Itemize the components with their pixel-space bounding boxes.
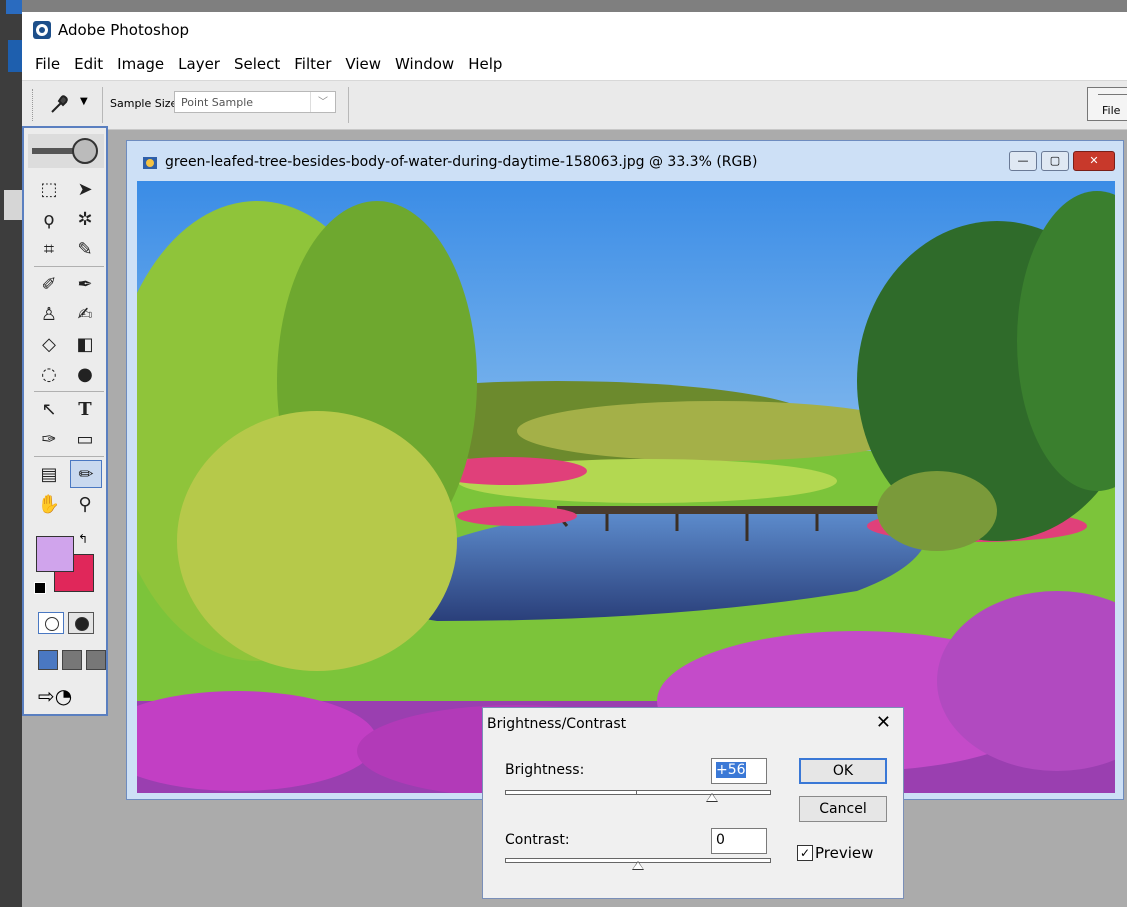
lasso-tool-icon[interactable]: ϙ [34,206,64,232]
brightness-label: Brightness: [505,762,585,778]
standard-mode-button[interactable] [38,612,64,634]
document-window: green-leafed-tree-besides-body-of-water-… [126,140,1124,800]
crop-tool-icon[interactable]: ⌗ [34,236,64,262]
move-tool-icon[interactable]: ➤ [70,176,100,202]
brush-tool-icon[interactable]: ✒ [70,271,100,297]
tool-divider [34,266,104,267]
menu-image[interactable]: Image [110,50,171,80]
full-screen-menu-mode-icon[interactable] [62,650,82,670]
toolbox: ⬚ ➤ ϙ ✲ ⌗ ✎ ✐ ✒ ♙ ✍ ◇ ◧ ◌ ● ↖ T ✑ ▭ ▤ ✏ ✋ ⚲ ↰ [22,126,108,716]
landscape-photo [137,181,1115,793]
dialog-title: Brightness/Contrast [487,716,627,732]
sample-size-value: Point Sample [181,96,254,109]
pen-tool-icon[interactable]: ✑ [34,426,64,452]
brightness-contrast-dialog: Brightness/Contrast ✕ Brightness: +56 Co… [482,707,904,899]
cancel-button[interactable]: Cancel [799,796,887,822]
preview-checkbox[interactable]: ✓ Preview [797,844,873,862]
os-side-tab[interactable] [8,40,22,72]
path-selection-icon[interactable]: ↖ [34,396,64,422]
contrast-slider-thumb[interactable] [632,861,644,870]
menu-select[interactable]: Select [227,50,287,80]
photoshop-app-icon [33,21,51,39]
brightness-value: +56 [716,762,746,778]
menu-layer[interactable]: Layer [171,50,227,80]
gradient-tool-icon[interactable]: ◧ [70,331,100,357]
close-icon[interactable]: ✕ [876,712,891,733]
minimize-icon[interactable]: — [1009,151,1037,171]
document-icon [143,157,157,169]
quick-mask-controls [38,612,94,634]
os-corner-tab [6,0,22,14]
screen-mode-controls [38,650,106,670]
menu-file[interactable]: File [28,50,67,80]
eye-logo-icon [72,138,98,164]
healing-brush-icon[interactable]: ✐ [34,271,64,297]
slice-tool-icon[interactable]: ✎ [70,236,100,262]
toolbox-header-bar [32,148,76,154]
document-title-bar[interactable]: green-leafed-tree-besides-body-of-water-… [127,141,1123,177]
ok-button[interactable]: OK [799,758,887,784]
eraser-tool-icon[interactable]: ◇ [34,331,64,357]
zoom-tool-icon[interactable]: ⚲ [70,491,100,517]
check-icon: ✓ [797,845,813,861]
foreground-color-swatch[interactable] [36,536,74,572]
quick-mask-mode-button[interactable] [68,612,94,634]
history-brush-icon[interactable]: ✍ [70,301,100,327]
brightness-input[interactable]: +56 [711,758,767,784]
contrast-input[interactable]: 0 [711,828,767,854]
options-separator [102,87,103,123]
eyedropper-icon[interactable] [48,93,70,115]
magic-wand-tool-icon[interactable]: ✲ [70,206,100,232]
dodge-tool-icon[interactable]: ● [70,361,100,387]
brightness-slider-track[interactable] [505,790,771,795]
menu-window[interactable]: Window [388,50,461,80]
close-icon[interactable]: ✕ [1073,151,1115,171]
contrast-label: Contrast: [505,832,570,848]
notes-tool-icon[interactable]: ▤ [34,461,64,487]
window-controls: — ▢ ✕ [1009,151,1115,171]
title-bar: Adobe Photoshop [22,12,1127,50]
maximize-icon[interactable]: ▢ [1041,151,1069,171]
type-tool-icon[interactable]: T [70,396,100,422]
menu-help[interactable]: Help [461,50,509,80]
file-browser-button[interactable]: File [1087,87,1127,121]
menu-edit[interactable]: Edit [67,50,110,80]
options-bar: ▼ Sample Size: Point Sample ﹀ File [22,80,1127,130]
hand-tool-icon[interactable]: ✋ [34,491,64,517]
chevron-down-icon[interactable]: ﹀ [310,92,335,112]
brightness-slider-thumb[interactable] [706,793,718,802]
file-browser-label: File [1102,104,1121,117]
color-swatches: ↰ [34,532,98,598]
menu-view[interactable]: View [338,50,388,80]
options-bar-grip[interactable] [32,89,37,121]
image-canvas[interactable] [137,181,1115,793]
app-title: Adobe Photoshop [58,21,190,39]
sample-size-label: Sample Size: [110,97,182,110]
menu-bar: File Edit Image Layer Select Filter View… [22,50,1127,80]
default-colors-icon[interactable] [34,582,46,594]
shape-tool-icon[interactable]: ▭ [70,426,100,452]
options-separator-2 [348,87,349,123]
tool-preset-arrow-icon[interactable]: ▼ [80,96,88,107]
standard-screen-mode-icon[interactable] [38,650,58,670]
menu-filter[interactable]: Filter [287,50,338,80]
toolbox-header[interactable] [28,134,104,168]
blur-tool-icon[interactable]: ◌ [34,361,64,387]
document-title: green-leafed-tree-besides-body-of-water-… [165,154,758,170]
eyedropper-tool-icon[interactable]: ✏ [70,460,102,488]
tool-divider-3 [34,456,104,457]
preview-label: Preview [815,844,874,862]
tool-grid: ⬚ ➤ ϙ ✲ ⌗ ✎ ✐ ✒ ♙ ✍ ◇ ◧ ◌ ● ↖ T ✑ ▭ ▤ ✏ ✋ ⚲ [34,174,104,519]
tool-divider-2 [34,391,104,392]
os-left-strip [0,0,22,907]
swap-colors-icon[interactable]: ↰ [78,532,88,546]
clone-stamp-icon[interactable]: ♙ [34,301,64,327]
jump-to-imageready-icon[interactable]: ⇨◔ [38,684,94,710]
brightness-center-tick [636,790,637,795]
sample-size-select[interactable]: Point Sample ﹀ [174,91,336,113]
full-screen-mode-icon[interactable] [86,650,106,670]
marquee-tool-icon[interactable]: ⬚ [34,176,64,202]
os-side-panel [4,190,22,220]
